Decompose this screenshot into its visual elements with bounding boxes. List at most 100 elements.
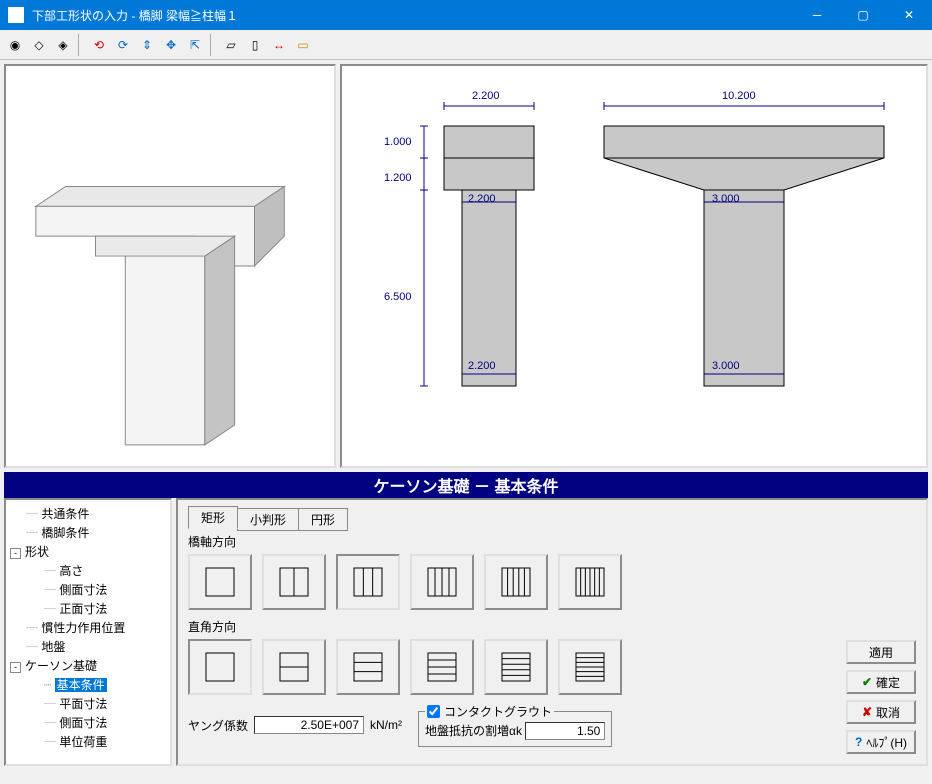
tool-section-icon[interactable]: ▭ bbox=[292, 34, 314, 56]
tab-oval[interactable]: 小判形 bbox=[237, 508, 299, 531]
action-buttons: 適用 ✔ 確定 ✘ 取消 ? ﾍﾙﾌﾟ(H) bbox=[846, 640, 916, 754]
toolbar-separator bbox=[210, 34, 216, 56]
app-icon bbox=[8, 7, 24, 23]
tree-item-label: 正面寸法 bbox=[59, 602, 107, 616]
tool-rotate-icon[interactable]: ⟳ bbox=[112, 34, 134, 56]
shape-tabs: 矩形 小判形 円形 bbox=[188, 506, 916, 529]
tree-item[interactable]: ┈ 平面寸法 bbox=[8, 694, 168, 713]
row2-label: 直角方向 bbox=[188, 618, 916, 635]
alpha-input[interactable] bbox=[525, 722, 605, 740]
tree-item[interactable]: ┈ 橋脚条件 bbox=[8, 523, 168, 542]
shape-option-axial-1[interactable] bbox=[188, 554, 252, 610]
dim-col-rt: 3.000 bbox=[712, 193, 740, 205]
minimize-button[interactable]: ─ bbox=[794, 0, 840, 30]
shape-row-axial bbox=[188, 554, 916, 610]
shape-option-perp-5[interactable] bbox=[484, 639, 548, 695]
tree-item[interactable]: ┈ 側面寸法 bbox=[8, 580, 168, 599]
young-label: ヤング係数 bbox=[188, 717, 248, 734]
shape-option-perp-3[interactable] bbox=[336, 639, 400, 695]
ok-label: 確定 bbox=[876, 674, 900, 691]
tree-item[interactable]: ┈ 正面寸法 bbox=[8, 599, 168, 618]
dim-top-right: 10.200 bbox=[722, 90, 756, 102]
shape-option-perp-4[interactable] bbox=[410, 639, 474, 695]
tree-item[interactable]: ┈ 高さ bbox=[8, 561, 168, 580]
apply-button[interactable]: 適用 bbox=[846, 640, 916, 664]
help-label: ﾍﾙﾌﾟ(H) bbox=[866, 734, 907, 751]
alpha-label: 地盤抵抗の割増αk bbox=[425, 724, 522, 738]
young-input[interactable] bbox=[254, 716, 364, 734]
maximize-button[interactable]: ▢ bbox=[840, 0, 886, 30]
apply-label: 適用 bbox=[869, 644, 893, 661]
shape-option-perp-1[interactable] bbox=[188, 639, 252, 695]
tool-view2-icon[interactable]: ◇ bbox=[28, 34, 50, 56]
tool-pan-icon[interactable]: ✥ bbox=[160, 34, 182, 56]
cancel-label: 取消 bbox=[876, 704, 900, 721]
section-header: ケーソン基礎 － 基本条件 bbox=[4, 472, 928, 498]
check-icon: ✔ bbox=[862, 675, 872, 689]
tree-item[interactable]: ┈ 地盤 bbox=[8, 637, 168, 656]
tool-cursor-icon[interactable]: ⟲ bbox=[88, 34, 110, 56]
tree-item[interactable]: -形状 bbox=[8, 542, 168, 561]
tab-rect[interactable]: 矩形 bbox=[188, 506, 238, 529]
help-icon: ? bbox=[855, 735, 862, 749]
form-panel: 矩形 小判形 円形 橋軸方向 直角方向 ヤング係数 kN/m² コンタクトグラウ… bbox=[176, 498, 928, 766]
help-button[interactable]: ? ﾍﾙﾌﾟ(H) bbox=[846, 730, 916, 754]
tree-item[interactable]: ┈ 共通条件 bbox=[8, 504, 168, 523]
tree-toggle-icon[interactable]: - bbox=[10, 662, 21, 673]
tree-item-label: 側面寸法 bbox=[59, 583, 107, 597]
tree-item[interactable]: -ケーソン基礎 bbox=[8, 656, 168, 675]
tree-item-label: 橋脚条件 bbox=[41, 526, 89, 540]
shape-option-axial-4[interactable] bbox=[410, 554, 474, 610]
tree-item-label: 単位荷重 bbox=[59, 735, 107, 749]
tab-circle-label: 円形 bbox=[311, 513, 335, 527]
cancel-button[interactable]: ✘ 取消 bbox=[846, 700, 916, 724]
shape-option-perp-6[interactable] bbox=[558, 639, 622, 695]
tree-item-label: 側面寸法 bbox=[59, 716, 107, 730]
toolbar: ◉ ◇ ◈ ⟲ ⟳ ⇕ ✥ ⇱ ▱ ▯ ↔ ▭ bbox=[0, 30, 932, 60]
tab-circle[interactable]: 円形 bbox=[298, 508, 348, 531]
contact-checkbox[interactable]: コンタクトグラウト bbox=[427, 703, 552, 720]
lower-panel: ┈ 共通条件┈ 橋脚条件-形状┈ 高さ┈ 側面寸法┈ 正面寸法┈ 慣性力作用位置… bbox=[0, 498, 932, 770]
tree-view[interactable]: ┈ 共通条件┈ 橋脚条件-形状┈ 高さ┈ 側面寸法┈ 正面寸法┈ 慣性力作用位置… bbox=[4, 498, 172, 766]
tree-item-label: 慣性力作用位置 bbox=[41, 621, 125, 635]
tree-item[interactable]: ┈ 慣性力作用位置 bbox=[8, 618, 168, 637]
ok-button[interactable]: ✔ 確定 bbox=[846, 670, 916, 694]
close-button[interactable]: ✕ bbox=[886, 0, 932, 30]
shape-option-perp-2[interactable] bbox=[262, 639, 326, 695]
dim-h2: 1.200 bbox=[384, 172, 412, 184]
window-title: 下部工形状の入力 - 橋脚 梁幅≧柱幅１ bbox=[32, 7, 238, 24]
tab-rect-label: 矩形 bbox=[201, 511, 225, 525]
contact-check-input[interactable] bbox=[427, 705, 440, 718]
tool-front-icon[interactable]: ▱ bbox=[220, 34, 242, 56]
shape-option-axial-3[interactable] bbox=[336, 554, 400, 610]
shape-option-axial-2[interactable] bbox=[262, 554, 326, 610]
shape-row-perp bbox=[188, 639, 916, 695]
viewport-2d[interactable]: 2.200 10.200 1.000 1.200 6.500 2.200 3.0… bbox=[340, 64, 928, 468]
tree-item-label: ケーソン基礎 bbox=[25, 659, 97, 673]
titlebar: 下部工形状の入力 - 橋脚 梁幅≧柱幅１ ─ ▢ ✕ bbox=[0, 0, 932, 30]
tree-item[interactable]: ┈ 基本条件 bbox=[8, 675, 168, 694]
tool-view3-icon[interactable]: ◈ bbox=[52, 34, 74, 56]
cross-icon: ✘ bbox=[862, 705, 872, 719]
viewport-3d[interactable] bbox=[4, 64, 336, 468]
tree-item[interactable]: ┈ 単位荷重 bbox=[8, 732, 168, 751]
tool-anchor-icon[interactable]: ⇕ bbox=[136, 34, 158, 56]
young-unit: kN/m² bbox=[370, 718, 402, 732]
dim-h3: 6.500 bbox=[384, 291, 412, 303]
shape-option-axial-6[interactable] bbox=[558, 554, 622, 610]
tool-fit-icon[interactable]: ⇱ bbox=[184, 34, 206, 56]
tree-toggle-icon[interactable]: - bbox=[10, 548, 21, 559]
bottom-params: ヤング係数 kN/m² コンタクトグラウト 地盤抵抗の割増αk bbox=[188, 703, 916, 747]
tool-dim-icon[interactable]: ↔ bbox=[268, 34, 290, 56]
toolbar-separator bbox=[78, 34, 84, 56]
tool-side-icon[interactable]: ▯ bbox=[244, 34, 266, 56]
viewports-area: 2.200 10.200 1.000 1.200 6.500 2.200 3.0… bbox=[0, 60, 932, 472]
tool-view1-icon[interactable]: ◉ bbox=[4, 34, 26, 56]
dim-col-lb: 2.200 bbox=[468, 360, 496, 372]
tree-item-label: 平面寸法 bbox=[59, 697, 107, 711]
dim-col-lt: 2.200 bbox=[468, 193, 496, 205]
tree-item[interactable]: ┈ 側面寸法 bbox=[8, 713, 168, 732]
tree-item-label: 地盤 bbox=[41, 640, 65, 654]
dim-top-left: 2.200 bbox=[472, 90, 500, 102]
shape-option-axial-5[interactable] bbox=[484, 554, 548, 610]
